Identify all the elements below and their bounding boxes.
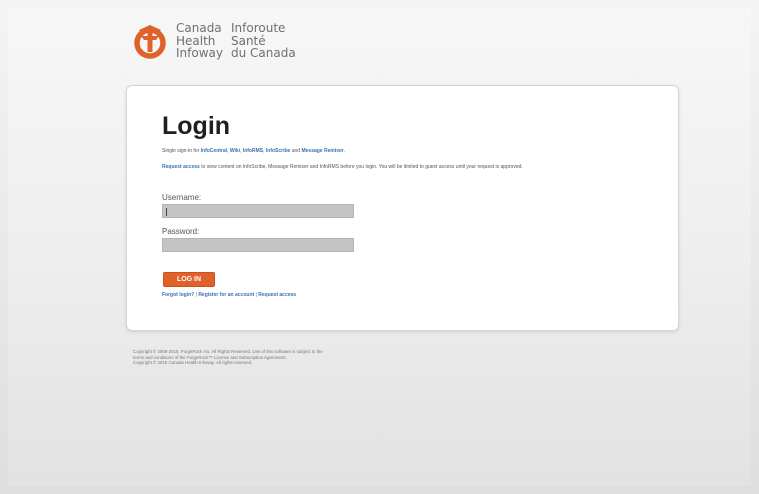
logo-english: Canada Health Infoway [176, 22, 223, 60]
logo-word: Infoway [176, 46, 223, 60]
copyright-line: Copyright © 2015 Canada Health Infoway. … [133, 360, 253, 366]
text-cursor [166, 208, 167, 216]
infoway-logo-icon [134, 25, 166, 59]
copyright-notice: Copyright © 2008-2015, ForgeRock AS. All… [133, 349, 453, 366]
link-infoscribe[interactable]: InfoScribe [266, 148, 290, 154]
logo-word: Inforoute [230, 21, 286, 35]
notice-text: to view content on InfoScribe, Message R… [201, 164, 523, 170]
register-link[interactable]: Register for an account [198, 292, 254, 298]
logo-french: Inforoute Santé du Canada [231, 22, 296, 60]
signin-prefix: Single sign-in for [162, 148, 200, 154]
single-signin-text: Single sign-in for InfoCentral, Wiki, In… [162, 148, 346, 154]
signin-and: and [291, 148, 301, 154]
logo-wordmark: Canada Health Infoway Inforoute Santé du… [176, 22, 304, 60]
login-button[interactable]: LOG IN [163, 272, 215, 287]
page-title: Login [162, 112, 231, 140]
link-infocentral[interactable]: InfoCentral [201, 148, 227, 154]
page-frame: Canada Health Infoway Inforoute Santé du… [8, 8, 751, 486]
forgot-login-link[interactable]: Forgot login? [162, 292, 194, 298]
request-access-notice: Request access to view content on InfoSc… [162, 164, 562, 171]
username-label: Username: [162, 193, 202, 202]
link-informs[interactable]: InfoRMS [243, 148, 263, 154]
separator: | [195, 292, 197, 298]
login-card: Login Single sign-in for InfoCentral, Wi… [126, 85, 679, 331]
username-input[interactable] [162, 204, 354, 218]
page-background: Canada Health Infoway Inforoute Santé du… [0, 0, 759, 494]
request-access-link[interactable]: Request access [162, 164, 200, 170]
login-footer-links: Forgot login? | Register for an account … [162, 292, 462, 299]
logo-word: du Canada [230, 46, 296, 60]
password-label: Password: [162, 227, 200, 236]
logo-word: Canada [176, 21, 222, 35]
link-wiki[interactable]: Wiki [230, 148, 240, 154]
separator: | [255, 292, 257, 298]
request-access-footer-link[interactable]: Request access [258, 292, 296, 298]
canada-health-infoway-logo: Canada Health Infoway Inforoute Santé du… [130, 22, 304, 68]
password-input[interactable] [162, 238, 354, 252]
link-message-remixer[interactable]: Message Remixer [301, 148, 343, 154]
